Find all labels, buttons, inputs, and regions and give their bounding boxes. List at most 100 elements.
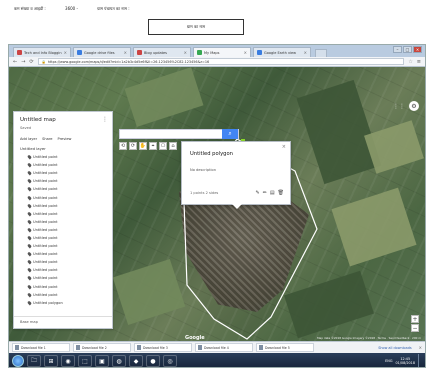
list-item[interactable]: Untitled point	[27, 161, 63, 169]
blog-favicon-icon	[17, 50, 22, 55]
maximize-button[interactable]: □	[403, 46, 412, 53]
download-item[interactable]: Download file 3	[134, 343, 192, 352]
marker-icon[interactable]: ⌖	[149, 142, 157, 150]
popup-actions: ✎ ✏ ▤ 🗑	[256, 190, 285, 196]
show-all-downloads-link[interactable]: Show all downloads	[378, 346, 411, 350]
close-icon[interactable]: ×	[419, 345, 422, 350]
media-player-icon[interactable]: ◉	[61, 355, 75, 367]
clock[interactable]: 12:45 01/08/2018	[395, 357, 415, 365]
close-tab-icon[interactable]: ×	[184, 50, 187, 55]
back-icon[interactable]: ←	[13, 59, 17, 65]
tab-2[interactable]: Google drive files ×	[73, 47, 131, 57]
close-window-button[interactable]: ×	[413, 46, 422, 53]
document-header: कम संख्या व आइडी : 3600 - ग्राम पंचायत क…	[14, 6, 148, 12]
zoom-in-button[interactable]: +	[411, 315, 419, 323]
system-tray: ENG 12:45 01/08/2018	[385, 354, 422, 367]
close-tab-icon[interactable]: ×	[64, 50, 67, 55]
download-item[interactable]: Download file 4	[195, 343, 253, 352]
apps-grid-icon[interactable]: ⋮⋮	[393, 103, 405, 110]
list-item[interactable]: Untitled point	[27, 274, 63, 282]
reload-icon[interactable]: ⟳	[29, 59, 33, 65]
tab-strip: Tech and Info Bloggin × Google drive fil…	[9, 45, 425, 57]
zoom-out-button[interactable]: −	[411, 324, 419, 332]
desktop-app-icon[interactable]: ⬚	[78, 355, 92, 367]
layer-name[interactable]: Untitled layer	[20, 146, 46, 151]
map-search-box: ⌕	[119, 129, 239, 139]
paint-icon[interactable]: ◎	[163, 355, 177, 367]
list-item[interactable]: Untitled point	[27, 226, 63, 234]
share-button[interactable]: Share	[42, 137, 52, 141]
browser-menu-icon[interactable]: ≡	[417, 59, 421, 65]
search-icon[interactable]: ⌕	[222, 129, 238, 139]
file-explorer-icon[interactable]: 🗀	[27, 355, 41, 367]
list-item[interactable]: Untitled polygon	[27, 299, 63, 307]
list-item[interactable]: Untitled point	[27, 258, 63, 266]
list-item[interactable]: Untitled point	[27, 210, 63, 218]
list-item[interactable]: Untitled point	[27, 177, 63, 185]
tab-3[interactable]: Blog updates ×	[133, 47, 191, 57]
directions-icon[interactable]: ⌂	[169, 142, 177, 150]
list-item[interactable]: Untitled point	[27, 153, 63, 161]
hand-icon[interactable]: ✋	[139, 142, 147, 150]
download-item[interactable]: Download file 2	[73, 343, 131, 352]
undo-icon[interactable]: ⟲	[119, 142, 127, 150]
photo-icon[interactable]: ▤	[270, 190, 275, 196]
more-options-icon[interactable]: ⋮	[102, 116, 108, 123]
windows-app-icon[interactable]: ⊞	[44, 355, 58, 367]
delete-icon[interactable]: 🗑	[278, 190, 284, 196]
list-item[interactable]: Untitled point	[27, 185, 63, 193]
minimize-button[interactable]: –	[393, 46, 402, 53]
map-field	[296, 79, 382, 185]
list-item[interactable]: Untitled point	[27, 218, 63, 226]
close-tab-icon[interactable]: ×	[244, 50, 247, 55]
earth-favicon-icon	[257, 50, 262, 55]
opera-icon[interactable]: ◆	[129, 355, 143, 367]
map-field	[331, 187, 417, 267]
list-item[interactable]: Untitled point	[27, 193, 63, 201]
base-map-toggle[interactable]: Base map	[20, 320, 38, 324]
url-field[interactable]: 🔒 https://www.google.com/maps/d/edit?mid…	[37, 58, 405, 65]
list-item[interactable]: Untitled point	[27, 234, 63, 242]
windows-taskbar: 🗀 ⊞ ◉ ⬚ ▣ ◍ ◆ ● ◎ ENG 12:45 01/08/2018	[9, 353, 425, 367]
map-search-input[interactable]	[120, 130, 222, 138]
close-tab-icon[interactable]: ×	[124, 50, 127, 55]
list-item[interactable]: Untitled point	[27, 242, 63, 250]
pin-icon	[27, 170, 32, 176]
zoom-controls: + −	[411, 315, 419, 332]
tab-4-active[interactable]: My Maps ×	[193, 47, 251, 57]
start-button[interactable]	[12, 355, 24, 367]
map-title[interactable]: Untitled map	[20, 117, 56, 123]
drive-favicon-icon	[77, 50, 82, 55]
new-tab-button[interactable]	[315, 49, 327, 57]
chrome-icon[interactable]: ●	[146, 355, 160, 367]
forward-icon[interactable]: →	[21, 59, 25, 65]
language-indicator[interactable]: ENG	[385, 359, 392, 363]
preview-button[interactable]: Preview	[58, 137, 72, 141]
show-desktop-button[interactable]	[418, 354, 422, 367]
add-layer-button[interactable]: Add layer	[20, 137, 37, 141]
maps-favicon-icon	[197, 50, 202, 55]
list-item[interactable]: Untitled point	[27, 250, 63, 258]
edit-icon[interactable]: ✏	[263, 190, 267, 196]
doc-header-item-1: कम संख्या व आइडी :	[14, 6, 46, 11]
gear-icon[interactable]: ⚙	[409, 101, 419, 111]
list-item[interactable]: Untitled point	[27, 266, 63, 274]
download-bar: Download file 1 Download file 2 Download…	[9, 341, 425, 353]
redo-icon[interactable]: ⟳	[129, 142, 137, 150]
draw-line-icon[interactable]: ⎔	[159, 142, 167, 150]
map-attribution[interactable]: Map data ©2018 Google Imagery ©2018 · Te…	[317, 336, 421, 340]
list-item[interactable]: Untitled point	[27, 169, 63, 177]
download-item[interactable]: Download file 1	[12, 343, 70, 352]
tab-5[interactable]: Google Earth view ×	[253, 47, 311, 57]
tab-1[interactable]: Tech and Info Bloggin ×	[13, 47, 71, 57]
list-item[interactable]: Untitled point	[27, 291, 63, 299]
bookmark-star-icon[interactable]: ☆	[408, 59, 412, 65]
word-icon[interactable]: ▣	[95, 355, 109, 367]
close-tab-icon[interactable]: ×	[304, 50, 307, 55]
style-icon[interactable]: ✎	[256, 190, 260, 196]
download-item[interactable]: Download file 5	[256, 343, 314, 352]
list-item[interactable]: Untitled point	[27, 283, 63, 291]
settings-app-icon[interactable]: ◍	[112, 355, 126, 367]
close-icon[interactable]: ×	[282, 144, 286, 150]
list-item[interactable]: Untitled point	[27, 202, 63, 210]
